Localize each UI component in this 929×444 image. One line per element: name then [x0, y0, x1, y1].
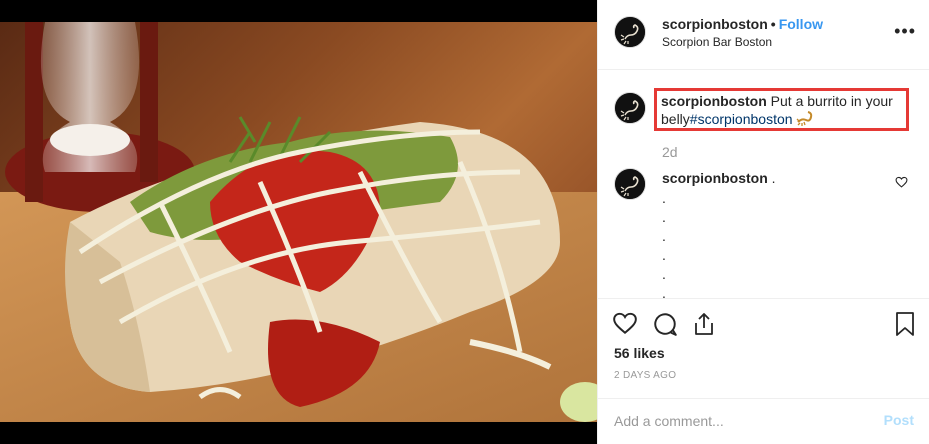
post-side-panel: scorpionboston • Follow Scorpion Bar Bosto…	[597, 0, 929, 444]
post-comment-button[interactable]: Post	[884, 412, 914, 428]
location-link[interactable]: Scorpion Bar Boston	[662, 35, 772, 49]
post-photo[interactable]	[0, 22, 597, 422]
bookmark-icon[interactable]	[894, 311, 916, 337]
more-options-icon[interactable]: •••	[894, 22, 916, 40]
comment-dot-line: .	[662, 228, 666, 244]
separator-dot: •	[770, 16, 776, 32]
add-comment-bar: Post	[598, 398, 929, 444]
comment-username[interactable]: scorpionboston	[662, 170, 768, 186]
post-header: scorpionboston • Follow Scorpion Bar Bosto…	[598, 0, 929, 70]
comment-dots: . . . . . .	[662, 189, 666, 298]
comment: scorpionboston .	[662, 170, 776, 186]
post-author: scorpionboston • Follow	[662, 16, 823, 32]
follow-button[interactable]: Follow	[779, 16, 823, 32]
post-actions: 56 likes 2 DAYS AGO	[598, 298, 929, 398]
comment-like-heart-icon[interactable]	[895, 176, 908, 188]
comment-icon[interactable]	[652, 311, 678, 337]
avatar[interactable]	[614, 16, 646, 48]
post-timestamp[interactable]: 2 DAYS AGO	[614, 370, 676, 381]
author-username[interactable]: scorpionboston	[662, 16, 768, 32]
share-icon[interactable]	[692, 311, 716, 337]
likes-count[interactable]: 56 likes	[614, 345, 665, 361]
heart-icon[interactable]	[612, 311, 638, 335]
post-media	[0, 0, 597, 444]
comment-dot-line: .	[662, 247, 666, 263]
caption-avatar[interactable]	[614, 92, 646, 124]
scorpion-emoji-icon	[796, 111, 813, 126]
caption-time[interactable]: 2d	[662, 144, 678, 160]
burrito-photo	[0, 22, 597, 422]
comment-dot-line: .	[662, 285, 666, 298]
post-caption: scorpionboston Put a burrito in your bel…	[661, 92, 905, 128]
scorpion-logo-icon	[615, 169, 645, 199]
comment-dot-line: .	[662, 266, 666, 282]
comment-dot-line: .	[662, 190, 666, 206]
comment-dot-line: .	[662, 209, 666, 225]
comment-text: .	[771, 170, 776, 186]
scorpion-logo-icon	[615, 17, 645, 47]
caption-hashtag[interactable]: #scorpionboston	[690, 111, 793, 127]
comment-avatar[interactable]	[614, 168, 646, 200]
comment-input[interactable]	[614, 411, 854, 431]
caption-username[interactable]: scorpionboston	[661, 93, 767, 109]
comments-section: scorpionboston Put a burrito in your bel…	[598, 70, 929, 298]
scorpion-logo-icon	[615, 93, 645, 123]
